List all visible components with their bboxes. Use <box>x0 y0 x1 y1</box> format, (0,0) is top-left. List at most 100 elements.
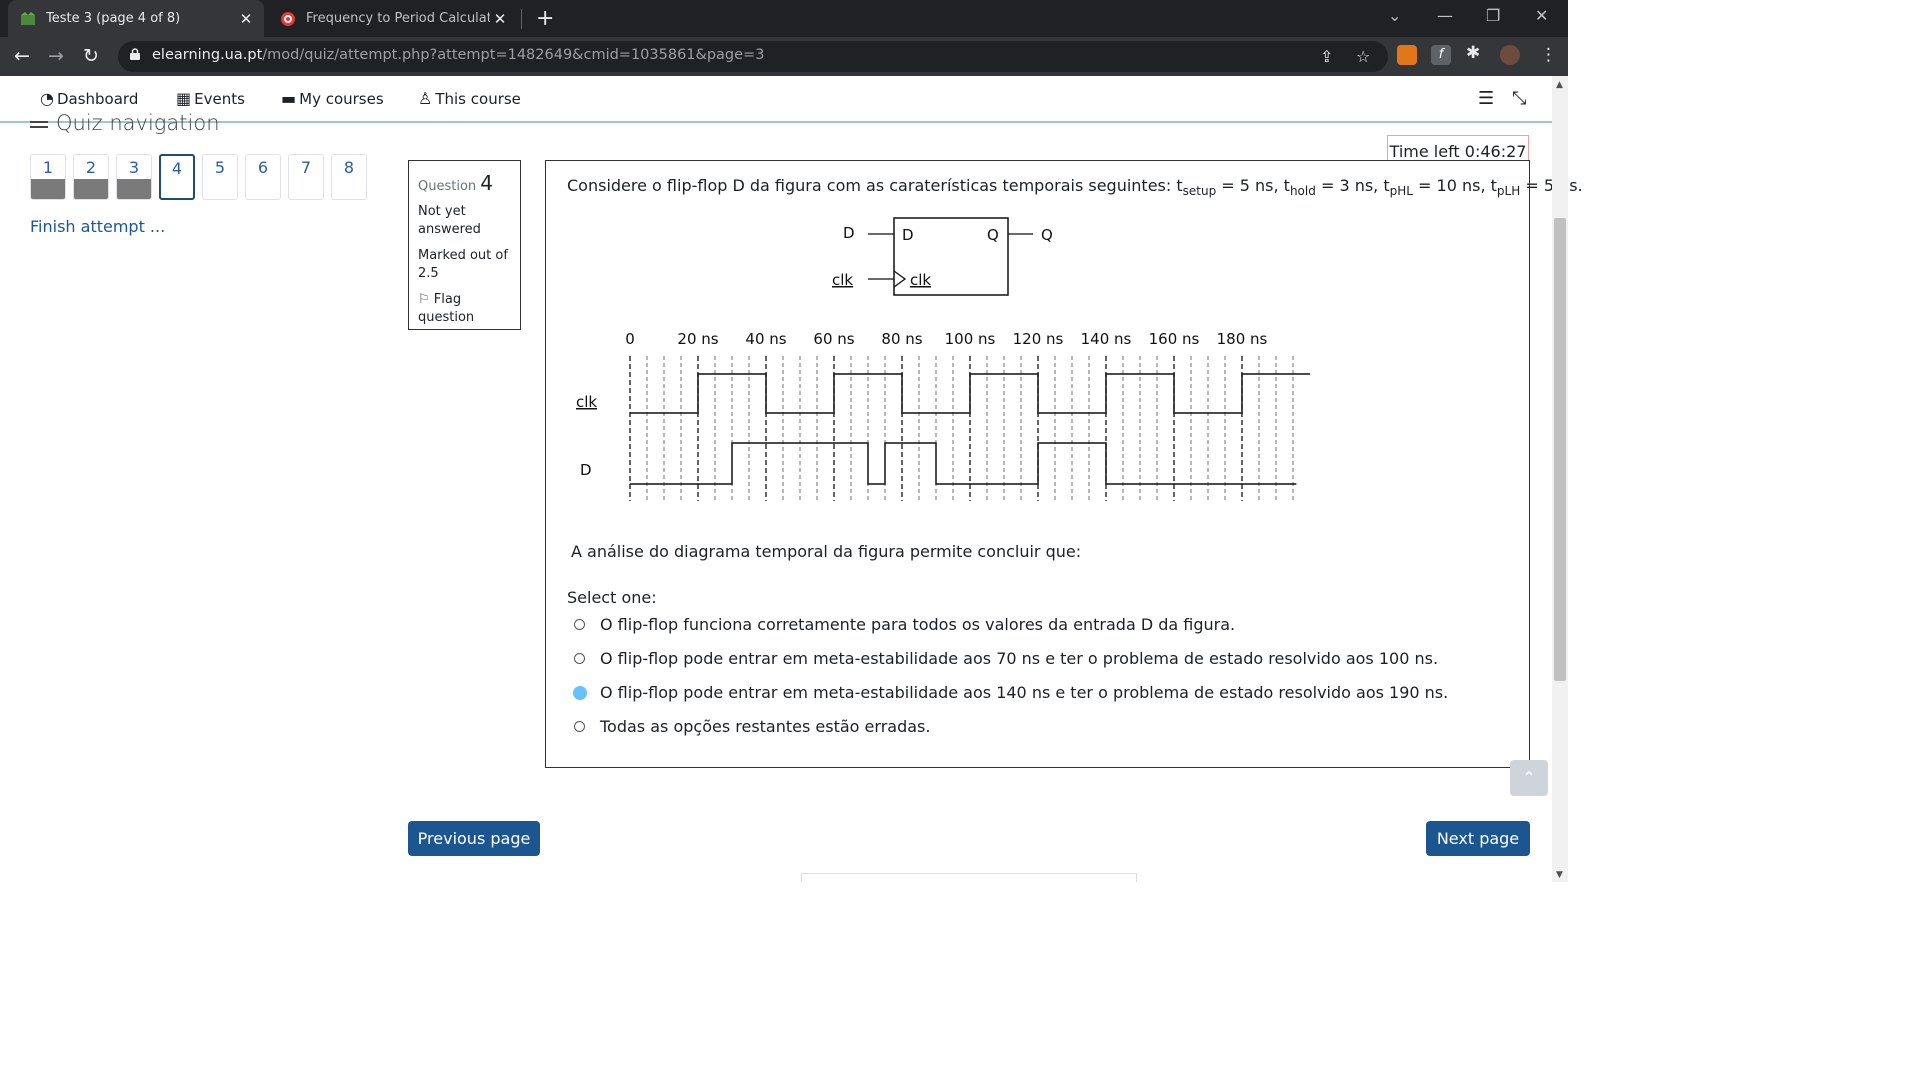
sitemap-icon: ♙ <box>418 89 433 108</box>
tab-title: Teste 3 (page 4 of 8) <box>46 11 181 26</box>
answer-option-a[interactable]: O flip-flop funciona corretamente para t… <box>574 615 1235 634</box>
select-one-label: Select one: <box>567 588 657 607</box>
browser-tab-bar: Teste 3 (page 4 of 8) ✕ Frequency to Per… <box>0 0 1568 37</box>
moodle-favicon-icon <box>21 11 35 25</box>
minimize-icon[interactable]: — <box>1437 6 1453 25</box>
share-icon[interactable]: ⇪ <box>1320 47 1333 66</box>
quiz-nav-question-8[interactable]: 8 <box>331 154 367 200</box>
time-label: 60 ns <box>813 330 854 348</box>
address-toolbar: ← → ↻ elearning.ua.pt/mod/quiz/attempt.p… <box>0 37 1568 76</box>
tab-title: Frequency to Period Calculator <box>306 11 490 26</box>
briefcase-icon: ▬ <box>281 89 297 108</box>
flag-icon: ⚐ <box>418 292 430 307</box>
metamask-extension-icon[interactable] <box>1397 45 1417 65</box>
analysis-text: A análise do diagrama temporal da figura… <box>571 542 1082 561</box>
calculator-favicon-icon <box>281 11 295 26</box>
flip-flop-diagram: D clk D Q clk Q <box>832 217 1053 296</box>
quiz-navigation-title: Quiz navigation <box>30 111 220 135</box>
previous-page-button[interactable]: Previous page <box>408 821 540 856</box>
question-content: Considere o flip-flop D da figura com as… <box>545 160 1583 768</box>
nav-dashboard[interactable]: ◔ Dashboard <box>40 89 138 108</box>
quiz-nav-question-7[interactable]: 7 <box>288 154 324 200</box>
answered-indicator <box>117 179 151 199</box>
time-label: 140 ns <box>1081 330 1132 348</box>
question-figure: D clk D Q clk Q 0 20 ns 40 ns 60 ns 80 ns 100… <box>576 217 1310 501</box>
nav-events[interactable]: ▦ Events <box>176 89 245 108</box>
moodle-navbar: ◔ Dashboard ▦ Events ▬ My courses ♙ This cou… <box>0 76 1552 123</box>
menu-kebab-icon[interactable]: ⋮ <box>1540 45 1557 65</box>
answer-option-d[interactable]: Todas as opções restantes estão erradas. <box>574 717 930 736</box>
url-text: elearning.ua.pt/mod/quiz/attempt.php?att… <box>152 47 765 63</box>
radio-button[interactable] <box>574 653 585 664</box>
tab-frequency-calculator[interactable]: Frequency to Period Calculator ✕ <box>268 0 518 37</box>
time-label: 80 ns <box>881 330 922 348</box>
quiz-nav-question-6[interactable]: 6 <box>245 154 281 200</box>
time-label: 180 ns <box>1217 330 1268 348</box>
hamburger-icon <box>30 118 48 131</box>
time-label: 160 ns <box>1149 330 1200 348</box>
window-close-icon[interactable]: ✕ <box>1535 6 1548 25</box>
scroll-up-icon[interactable]: ▲ <box>1556 80 1563 90</box>
chevron-up-icon: ⌃ <box>1522 768 1536 787</box>
ff-pin-q-label: Q <box>987 226 999 244</box>
time-label: 20 ns <box>677 330 718 348</box>
flag-question-link[interactable]: ⚐ Flag question <box>418 291 511 327</box>
collapse-fullscreen-icon[interactable]: ⤡ <box>1512 88 1526 109</box>
timing-diagram: 0 20 ns 40 ns 60 ns 80 ns 100 ns 120 ns 140 ns 1… <box>576 330 1310 501</box>
answered-indicator <box>31 179 65 199</box>
finish-attempt-link[interactable]: Finish attempt ... <box>30 217 165 236</box>
ff-pin-clk-label: clk <box>910 271 931 289</box>
footer-edge <box>801 873 1137 882</box>
scroll-down-icon[interactable]: ▼ <box>1556 870 1563 880</box>
time-label: 0 <box>625 330 635 348</box>
question-number: Question 4 <box>418 171 494 195</box>
scrollbar-thumb[interactable] <box>1554 218 1566 681</box>
next-page-button[interactable]: Next page <box>1426 821 1530 856</box>
function-extension-icon[interactable]: f <box>1431 45 1451 65</box>
restore-icon[interactable]: ❐ <box>1486 6 1500 25</box>
question-grade: Marked out of 2.5 <box>418 248 508 281</box>
tab-quiz[interactable]: Teste 3 (page 4 of 8) ✕ <box>8 0 264 37</box>
drawer-toggle-icon[interactable]: ☰ <box>1478 88 1494 109</box>
close-tab-icon[interactable]: ✕ <box>490 10 510 28</box>
ff-output-q-label: Q <box>1041 226 1053 244</box>
quiz-nav-question-2[interactable]: 2 <box>73 154 109 200</box>
nav-this-course[interactable]: ♙ This course <box>418 89 521 108</box>
profile-avatar[interactable] <box>1500 45 1520 65</box>
reload-icon[interactable]: ↻ <box>83 45 99 67</box>
quiz-nav-question-5[interactable]: 5 <box>202 154 238 200</box>
time-label: 100 ns <box>945 330 996 348</box>
bookmark-star-icon[interactable]: ☆ <box>1356 47 1370 66</box>
back-to-top-button[interactable]: ⌃ <box>1510 760 1548 796</box>
answered-indicator <box>74 179 108 199</box>
time-label: 120 ns <box>1013 330 1064 348</box>
signal-label-d: D <box>580 461 592 479</box>
nav-my-courses[interactable]: ▬ My courses <box>281 89 384 108</box>
d-waveform <box>630 442 1297 485</box>
new-tab-icon[interactable]: + <box>536 6 554 31</box>
close-tab-icon[interactable]: ✕ <box>236 10 256 28</box>
quiz-nav-question-1[interactable]: 1 <box>30 154 66 200</box>
url-bar[interactable]: elearning.ua.pt/mod/quiz/attempt.php?att… <box>118 41 1388 72</box>
quiz-nav-question-3[interactable]: 3 <box>116 154 152 200</box>
radio-button[interactable] <box>574 619 585 630</box>
ff-input-d-label: D <box>843 224 855 242</box>
time-label: 40 ns <box>745 330 786 348</box>
dashboard-icon: ◔ <box>40 89 54 108</box>
quiz-nav-question-4[interactable]: 4 <box>159 154 195 200</box>
signal-label-clk: clk <box>576 393 597 411</box>
tab-separator <box>521 9 522 29</box>
answer-option-b[interactable]: O flip-flop pode entrar em meta-estabili… <box>574 649 1438 668</box>
page-scrollbar[interactable]: ▲ ▼ <box>1552 76 1568 882</box>
ff-pin-d-label: D <box>902 226 914 244</box>
extensions-puzzle-icon[interactable]: ✱ <box>1466 43 1480 63</box>
calendar-icon: ▦ <box>176 89 192 108</box>
back-icon[interactable]: ← <box>14 45 30 67</box>
ff-input-clk-label: clk <box>832 271 853 289</box>
tab-search-icon[interactable]: ⌄ <box>1388 6 1401 25</box>
question-info-box: Question 4 Not yet answered Marked out o… <box>408 160 521 330</box>
radio-button[interactable] <box>574 721 585 732</box>
radio-button-selected[interactable] <box>573 685 587 700</box>
forward-icon[interactable]: → <box>48 45 64 67</box>
answer-option-c[interactable]: O flip-flop pode entrar em meta-estabili… <box>573 683 1448 702</box>
